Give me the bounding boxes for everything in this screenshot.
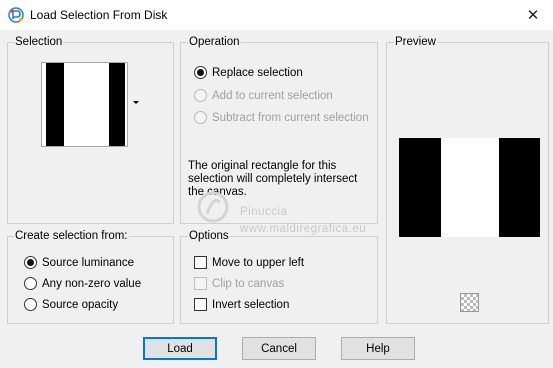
- watermark-name: Pinuccia: [240, 206, 288, 218]
- thumbnail-right-bar: [109, 63, 125, 146]
- load-button[interactable]: Load: [143, 337, 217, 360]
- thumbnail-left-bar: [46, 63, 64, 146]
- options-group-label: Options: [188, 230, 230, 242]
- subtract-selection-label: Subtract from current selection: [212, 111, 369, 124]
- paint-app-icon: [8, 7, 24, 23]
- radio-indicator: [24, 298, 37, 311]
- selection-thumbnail[interactable]: [41, 62, 128, 147]
- preview-image: [399, 138, 540, 237]
- any-non-zero-radio[interactable]: Any non-zero value: [24, 277, 141, 290]
- add-to-selection-radio[interactable]: Add to current selection: [194, 89, 333, 102]
- window-title: Load Selection From Disk: [30, 8, 168, 22]
- any-non-zero-label: Any non-zero value: [42, 277, 142, 290]
- replace-selection-label: Replace selection: [212, 66, 303, 79]
- radio-indicator: [24, 256, 37, 269]
- source-opacity-label: Source opacity: [42, 298, 119, 311]
- radio-indicator: [194, 111, 207, 124]
- source-opacity-radio[interactable]: Source opacity: [24, 298, 118, 311]
- watermark-logo-icon: [197, 191, 229, 223]
- help-button[interactable]: Help: [341, 337, 415, 360]
- checkbox-indicator: [194, 277, 207, 290]
- move-to-upper-left-checkbox[interactable]: Move to upper left: [194, 256, 304, 269]
- invert-selection-checkbox[interactable]: Invert selection: [194, 298, 289, 311]
- create-from-group-label: Create selection from:: [14, 230, 129, 242]
- source-luminance-radio[interactable]: Source luminance: [24, 256, 134, 269]
- cancel-button[interactable]: Cancel: [242, 337, 316, 360]
- watermark-url: www.maldiregrafica.eu: [240, 223, 367, 235]
- subtract-selection-radio[interactable]: Subtract from current selection: [194, 111, 369, 124]
- close-button[interactable]: ✕: [513, 0, 553, 30]
- radio-indicator: [24, 277, 37, 290]
- add-to-selection-label: Add to current selection: [212, 89, 333, 102]
- thumbnail-dropdown-arrow-icon[interactable]: [133, 101, 139, 104]
- invert-selection-label: Invert selection: [212, 298, 290, 311]
- close-icon: ✕: [526, 7, 540, 24]
- title-bar: Load Selection From Disk ✕: [0, 0, 553, 30]
- source-luminance-label: Source luminance: [42, 256, 135, 269]
- clip-to-canvas-label: Clip to canvas: [212, 277, 285, 290]
- checkerboard-icon[interactable]: [460, 293, 479, 312]
- move-to-upper-left-label: Move to upper left: [212, 256, 305, 269]
- preview-group-label: Preview: [394, 36, 437, 48]
- replace-selection-radio[interactable]: Replace selection: [194, 66, 303, 79]
- radio-indicator: [194, 66, 207, 79]
- radio-indicator: [194, 89, 207, 102]
- clip-to-canvas-checkbox[interactable]: Clip to canvas: [194, 277, 284, 290]
- checkbox-indicator: [194, 298, 207, 311]
- operation-group-label: Operation: [188, 36, 241, 48]
- preview-white-band: [441, 138, 499, 237]
- checkbox-indicator: [194, 256, 207, 269]
- selection-group-label: Selection: [14, 36, 64, 48]
